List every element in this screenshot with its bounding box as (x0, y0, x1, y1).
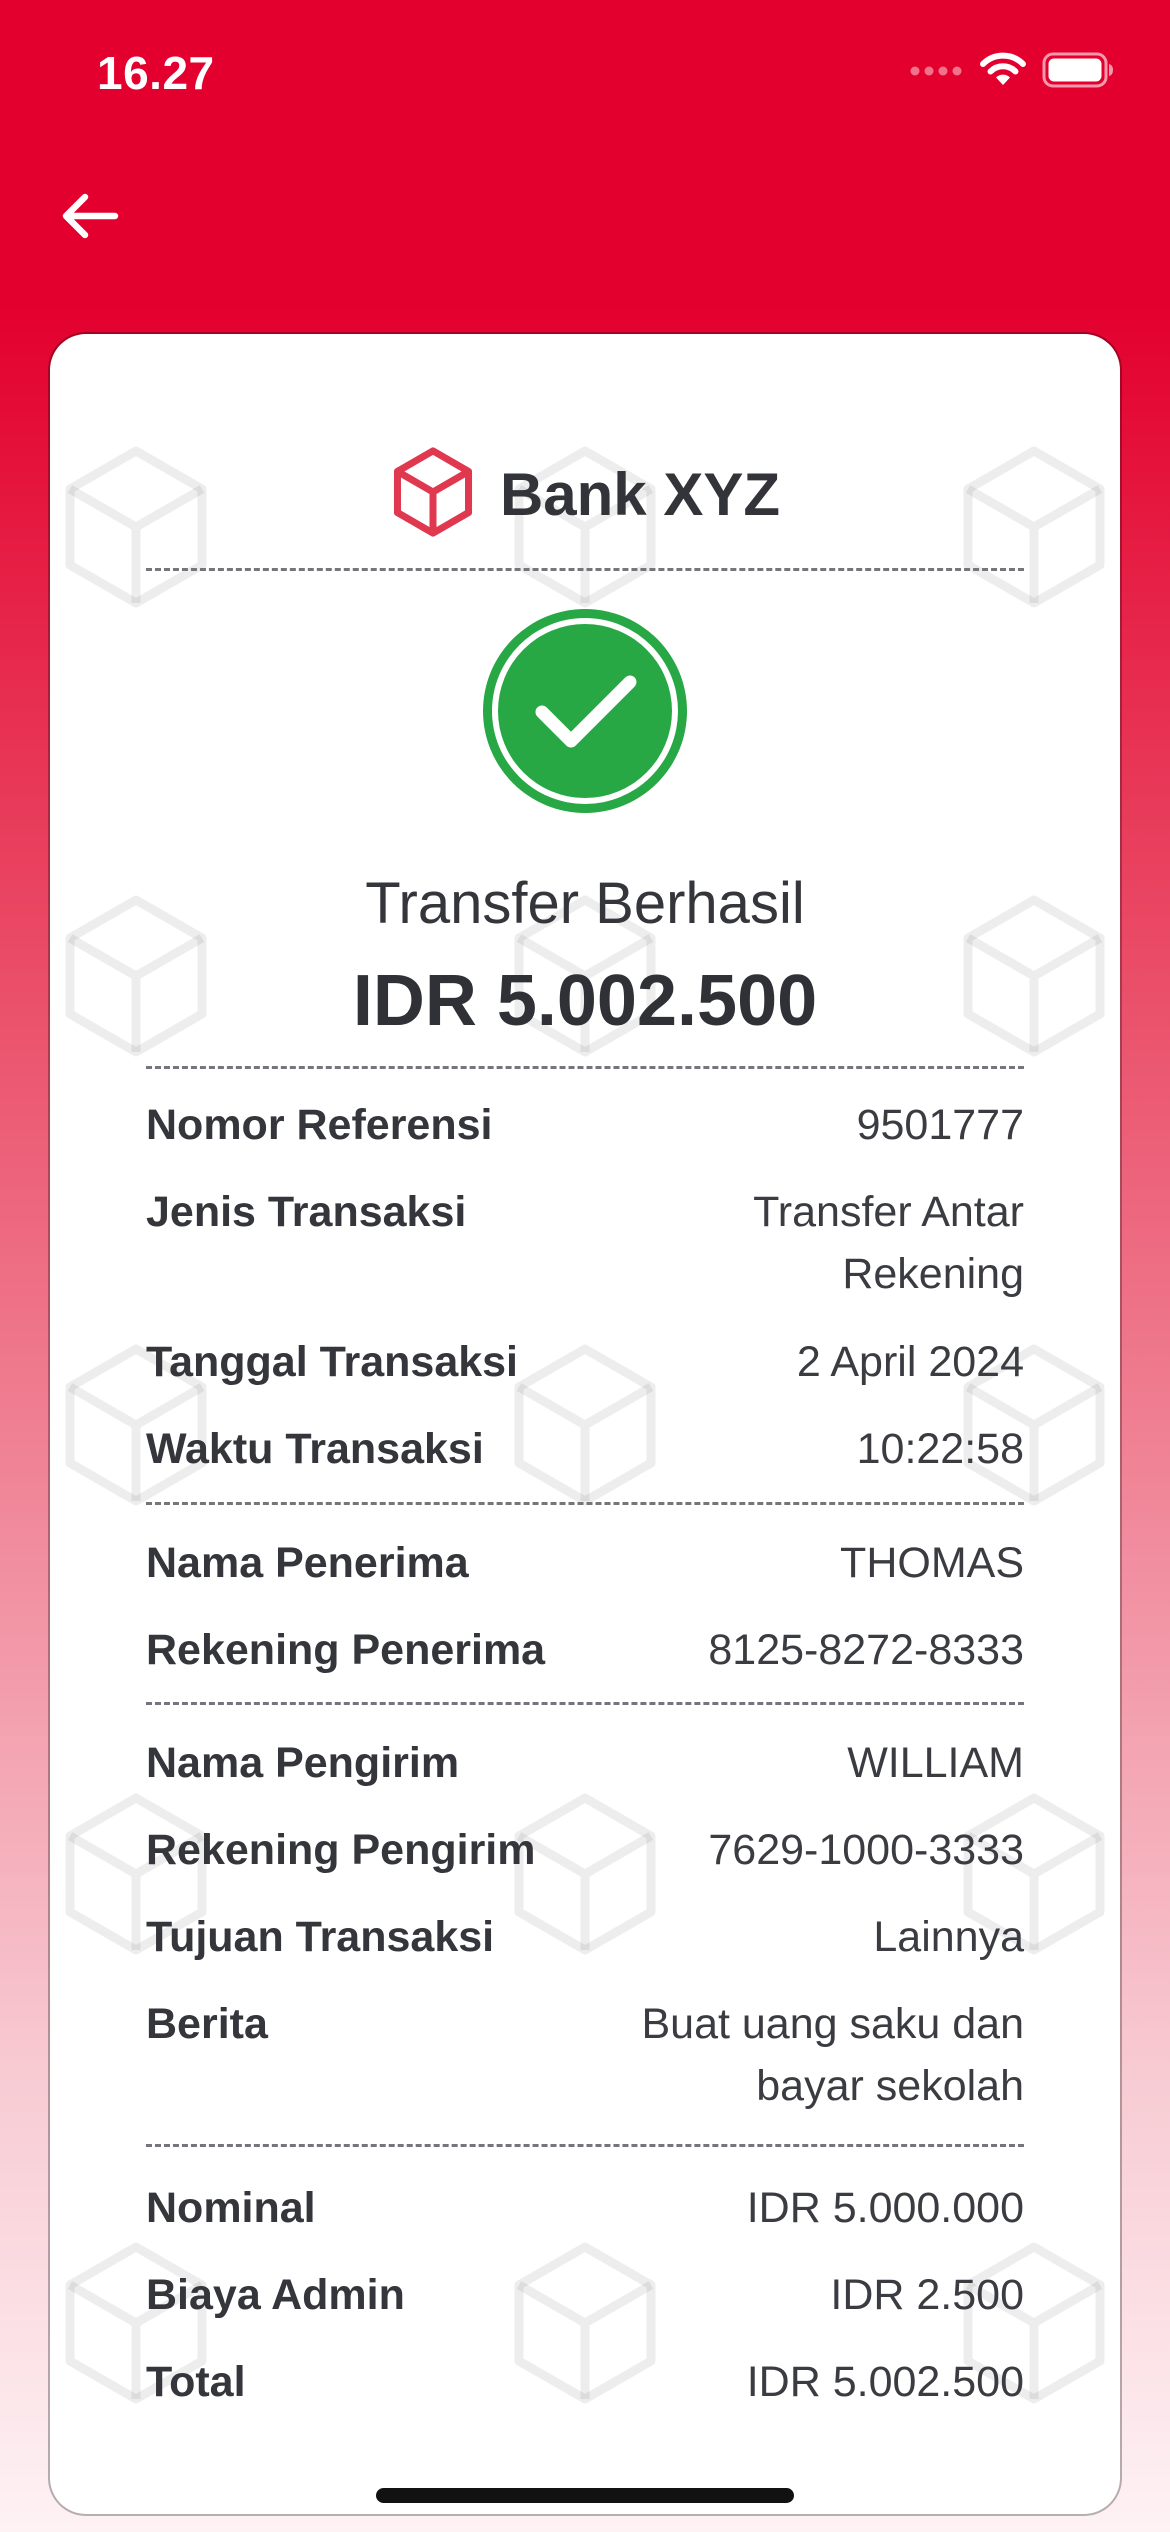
detail-row-admin-fee: Biaya Admin IDR 2.500 (146, 2264, 1024, 2326)
signal-icon (910, 60, 964, 85)
detail-label: Biaya Admin (146, 2271, 405, 2319)
transfer-amount: IDR 5.002.500 (352, 961, 818, 1041)
status-bar: 16.27 (0, 0, 1170, 140)
detail-value: IDR 2.500 (830, 2271, 1024, 2319)
detail-row-sender-name: Nama Pengirim WILLIAM (146, 1732, 1024, 1794)
detail-row-transaction-type: Jenis Transaksi Transfer Antar Rekening (146, 1181, 1024, 1305)
detail-row-sender-account: Rekening Pengirim 7629-1000-3333 (146, 1819, 1024, 1881)
detail-label: Berita (146, 2000, 268, 2048)
detail-value: IDR 5.002.500 (746, 2358, 1024, 2406)
arrow-left-icon (61, 193, 119, 244)
detail-value: 8125-8272-8333 (708, 1626, 1024, 1674)
home-indicator[interactable] (376, 2488, 794, 2503)
divider (146, 1066, 1024, 1069)
receipt-card: Bank XYZ Transfer Berhasil IDR 5.002.500… (50, 334, 1120, 2514)
detail-row-time: Waktu Transaksi 10:22:58 (146, 1418, 1024, 1480)
detail-value: THOMAS (840, 1539, 1024, 1587)
detail-row-reference: Nomor Referensi 9501777 (146, 1094, 1024, 1156)
detail-row-receiver-name: Nama Penerima THOMAS (146, 1532, 1024, 1594)
divider (146, 568, 1024, 571)
detail-label: Waktu Transaksi (146, 1425, 484, 1473)
detail-label: Nominal (146, 2184, 316, 2232)
detail-value: 7629-1000-3333 (708, 1826, 1024, 1874)
back-button[interactable] (52, 180, 128, 256)
detail-value: Lainnya (873, 1913, 1024, 1961)
divider (146, 1502, 1024, 1505)
detail-value: 9501777 (856, 1101, 1024, 1149)
detail-value: WILLIAM (847, 1739, 1024, 1787)
detail-value: IDR 5.000.000 (746, 2184, 1024, 2232)
detail-value: 2 April 2024 (796, 1338, 1024, 1386)
detail-label: Nama Penerima (146, 1539, 469, 1587)
detail-label: Nama Pengirim (146, 1739, 460, 1787)
detail-label: Tanggal Transaksi (146, 1338, 519, 1386)
status-indicators (910, 52, 1114, 93)
detail-row-message: Berita Buat uang saku dan bayar sekolah (146, 1993, 1024, 2117)
detail-value: 10:22:58 (856, 1425, 1024, 1473)
detail-value: Transfer Antar Rekening (753, 1188, 1024, 1298)
detail-row-purpose: Tujuan Transaksi Lainnya (146, 1906, 1024, 1968)
detail-row-date: Tanggal Transaksi 2 April 2024 (146, 1331, 1024, 1393)
check-circle-icon (480, 606, 690, 816)
battery-icon (1042, 52, 1114, 93)
detail-value: Buat uang saku dan bayar sekolah (641, 2000, 1024, 2110)
detail-label: Tujuan Transaksi (146, 1913, 495, 1961)
bank-name: Bank XYZ (499, 460, 781, 528)
detail-row-total: Total IDR 5.002.500 (146, 2351, 1024, 2413)
detail-label: Nomor Referensi (146, 1101, 493, 1149)
status-title: Transfer Berhasil (365, 871, 805, 936)
divider (146, 2144, 1024, 2147)
detail-label: Rekening Pengirim (146, 1826, 536, 1874)
detail-row-receiver-account: Rekening Penerima 8125-8272-8333 (146, 1619, 1024, 1681)
detail-label: Total (146, 2358, 246, 2406)
cube-icon (390, 445, 476, 544)
wifi-icon (980, 52, 1026, 93)
detail-label: Jenis Transaksi (146, 1188, 467, 1236)
status-time: 16.27 (97, 47, 215, 99)
bank-header: Bank XYZ (50, 444, 1120, 544)
detail-row-nominal: Nominal IDR 5.000.000 (146, 2177, 1024, 2239)
divider (146, 1702, 1024, 1705)
detail-label: Rekening Penerima (146, 1626, 546, 1674)
